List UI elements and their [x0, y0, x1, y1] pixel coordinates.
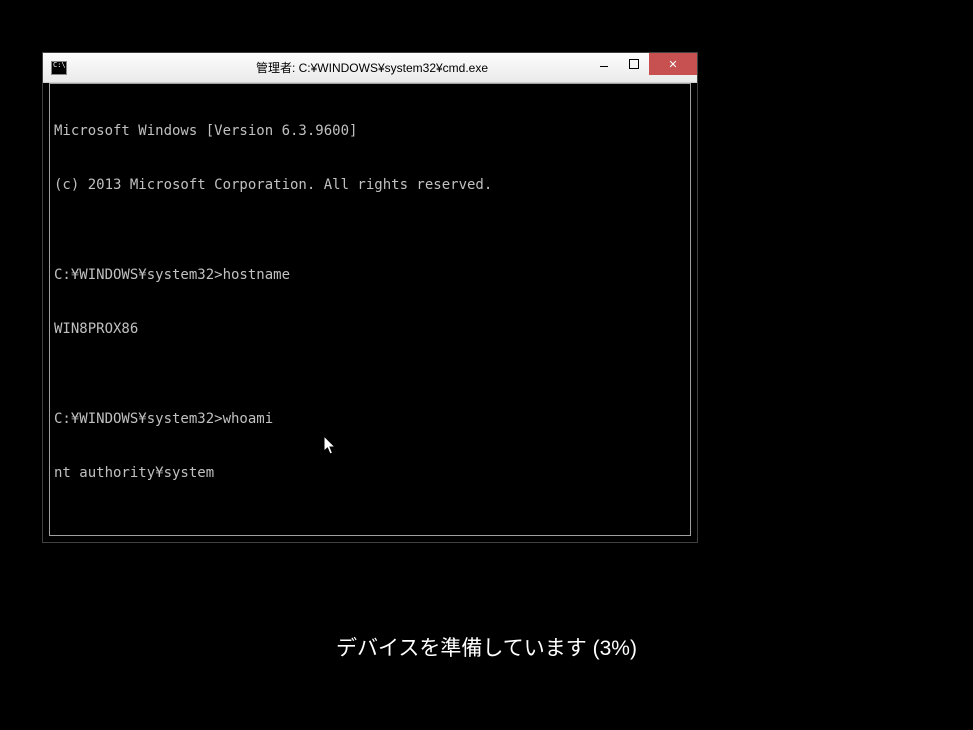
- terminal-line: C:¥WINDOWS¥system32>whoami: [54, 410, 686, 428]
- minimize-button[interactable]: [589, 53, 619, 75]
- maximize-button[interactable]: [619, 53, 649, 75]
- terminal-line: nt authority¥system: [54, 464, 686, 482]
- terminal-output[interactable]: Microsoft Windows [Version 6.3.9600] (c)…: [49, 83, 691, 536]
- cmd-window: 管理者: C:¥WINDOWS¥system32¥cmd.exe Microso…: [42, 52, 698, 543]
- window-controls: [589, 53, 697, 75]
- terminal-line: Microsoft Windows [Version 6.3.9600]: [54, 122, 686, 140]
- terminal-line: WIN8PROX86: [54, 320, 686, 338]
- titlebar[interactable]: 管理者: C:¥WINDOWS¥system32¥cmd.exe: [43, 53, 697, 83]
- setup-status-text: デバイスを準備しています (3%): [0, 632, 973, 662]
- terminal-line: C:¥WINDOWS¥system32>hostname: [54, 266, 686, 284]
- close-button[interactable]: [649, 53, 697, 75]
- terminal-line: (c) 2013 Microsoft Corporation. All righ…: [54, 176, 686, 194]
- cmd-icon: [51, 61, 67, 75]
